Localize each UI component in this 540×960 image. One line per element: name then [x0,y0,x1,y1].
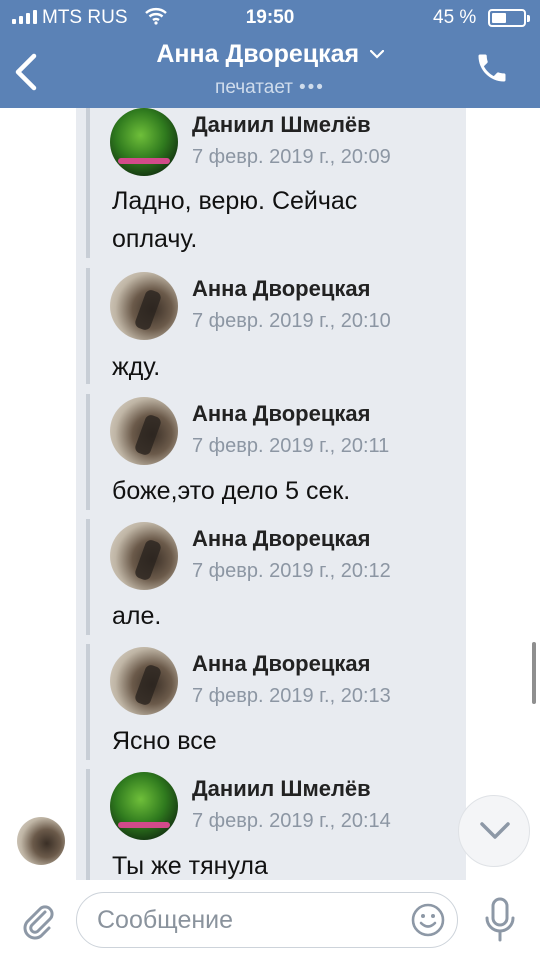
message-author[interactable]: Анна Дворецкая [192,526,370,552]
chevron-down-icon [369,46,384,64]
avatar[interactable] [110,522,178,590]
message-line: оплачу. [112,225,198,253]
message-date: 7 февр. 2019 г., 20:14 [192,810,391,832]
quote-bar [86,108,90,258]
message-input[interactable]: Сообщение [76,892,458,948]
quote-bar [86,268,90,384]
forwarded-messages-bubble[interactable]: Даниил Шмелёв 7 февр. 2019 г., 20:09 Лад… [76,108,466,880]
message-line: Ладно, верю. Сейчас [112,187,358,215]
forwarded-message[interactable]: Анна Дворецкая 7 февр. 2019 г., 20:10 жд… [86,268,456,384]
message-date: 7 февр. 2019 г., 20:12 [192,560,391,582]
message-line: Ты же тянула [112,852,268,880]
forwarded-message[interactable]: Даниил Шмелёв 7 февр. 2019 г., 20:14 Ты … [86,769,456,880]
message-input-placeholder: Сообщение [97,906,234,934]
avatar[interactable] [110,647,178,715]
quote-bar [86,769,90,880]
message-date: 7 февр. 2019 г., 20:10 [192,310,391,332]
message-composer: Сообщение [0,880,540,960]
battery-percent: 45 % [433,7,477,28]
attach-button[interactable] [18,900,58,940]
status-bar: MTS RUS 19:50 45 % [0,0,540,36]
avatar[interactable] [110,397,178,465]
message-author[interactable]: Анна Дворецкая [192,276,370,302]
message-date: 7 февр. 2019 г., 20:13 [192,685,391,707]
message-author[interactable]: Даниил Шмелёв [192,112,371,138]
avatar[interactable] [110,772,178,840]
avatar[interactable] [110,272,178,340]
avatar[interactable] [110,108,178,176]
message-text: але. [112,597,161,635]
message-text: Ладно, верю. Сейчас оплачу. [112,182,357,258]
message-author[interactable]: Анна Дворецкая [192,651,370,677]
forwarded-message[interactable]: Даниил Шмелёв 7 февр. 2019 г., 20:09 Лад… [86,108,456,258]
message-author[interactable]: Даниил Шмелёв [192,776,371,802]
message-date: 7 февр. 2019 г., 20:11 [192,435,390,457]
message-text: Ясно все [112,722,217,760]
message-text: боже,это дело 5 сек. [112,472,350,510]
quote-bar [86,394,90,510]
message-line: але. [112,602,162,630]
scroll-to-bottom-button[interactable] [458,795,530,867]
forwarded-message[interactable]: Анна Дворецкая 7 февр. 2019 г., 20:11 бо… [86,394,456,510]
quote-bar [86,644,90,760]
message-text: жду. [112,348,160,386]
scrollbar[interactable] [532,642,536,704]
quote-bar [86,519,90,635]
chat-header: MTS RUS 19:50 45 % Анна Дворецкая печата… [0,0,540,108]
forwarded-message[interactable]: Анна Дворецкая 7 февр. 2019 г., 20:13 Яс… [86,644,456,760]
voice-message-button[interactable] [482,896,518,944]
call-button[interactable] [474,50,514,90]
paperclip-icon [23,905,54,940]
message-author[interactable]: Анна Дворецкая [192,401,370,427]
forwarded-message[interactable]: Анна Дворецкая 7 февр. 2019 г., 20:12 ал… [86,519,456,635]
message-line: жду. [112,353,161,381]
message-line: Ясно все [112,727,217,755]
phone-icon [478,54,506,82]
message-date: 7 февр. 2019 г., 20:09 [192,146,391,168]
chat-title[interactable]: Анна Дворецкая [0,40,540,69]
smile-icon [411,903,445,937]
emoji-button[interactable] [411,903,445,937]
sender-avatar[interactable] [17,817,65,865]
contact-name[interactable]: Анна Дворецкая [156,40,359,69]
typing-label: печатает [215,77,293,98]
battery-icon [488,9,530,27]
typing-status: печатает ••• [0,77,540,99]
typing-dots: ••• [299,77,325,98]
message-line: боже,это дело 5 сек. [112,477,351,505]
microphone-icon [485,897,515,942]
chevron-down-icon [480,822,510,839]
message-text: Ты же тянула [112,847,268,880]
